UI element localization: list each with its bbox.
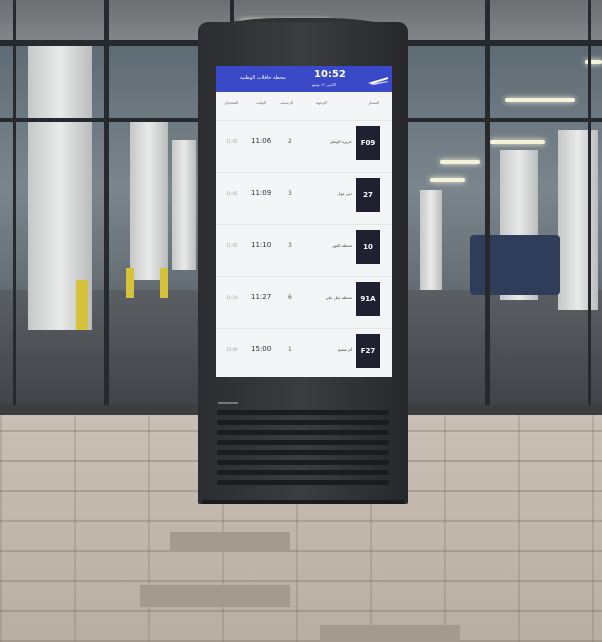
departure-row: 91A محطة جبل علي 6 11:27 11:19 xyxy=(216,276,392,321)
floor-tile xyxy=(170,532,290,552)
scheduled-time: 11:19 xyxy=(226,295,238,300)
departure-row: F27 أم سقيم 1 15:00 15:00 xyxy=(216,328,392,373)
floor-tile xyxy=(140,585,290,607)
kiosk-vent xyxy=(217,410,389,415)
column-destination: الوجهة xyxy=(316,100,327,105)
destination: محطة جبل علي xyxy=(325,295,352,300)
floor-tile xyxy=(320,625,460,642)
scheduled-time: 15:00 xyxy=(226,347,238,352)
column-platform: الرصيف xyxy=(280,100,294,105)
bollard xyxy=(160,268,168,298)
window-frame xyxy=(13,0,16,410)
date: الاثنين ١٢ يونيو xyxy=(312,82,337,87)
ceiling-light xyxy=(490,140,545,144)
departure-time: 11:09 xyxy=(251,189,272,197)
rta-logo-icon xyxy=(368,77,388,85)
station-name: محطة حافلات الوطنية xyxy=(240,75,286,81)
route-badge: 10 xyxy=(356,230,380,264)
route-badge: 91A xyxy=(356,282,380,316)
concrete-column xyxy=(420,190,442,290)
kiosk-vent xyxy=(217,430,389,435)
departure-time: 11:10 xyxy=(251,241,272,249)
window-frame xyxy=(104,0,109,410)
departure-time: 15:00 xyxy=(251,345,272,353)
concrete-column xyxy=(130,120,168,280)
kiosk-vent xyxy=(217,420,389,425)
screen-header: 10:52 الاثنين ١٢ يونيو محطة حافلات الوطن… xyxy=(216,66,392,92)
kiosk-vent xyxy=(217,440,389,445)
kiosk-vent xyxy=(217,480,389,485)
departure-time: 11:06 xyxy=(251,137,272,145)
bollard xyxy=(76,280,88,330)
destination: أم سقيم xyxy=(337,347,352,352)
platform: 3 xyxy=(288,242,292,249)
kiosk-base xyxy=(202,500,404,504)
ceiling-light xyxy=(440,160,480,164)
platform: 6 xyxy=(288,294,292,301)
column-scheduled: المجدول xyxy=(224,100,239,105)
route-badge: F09 xyxy=(356,126,380,160)
scheduled-time: 11:05 xyxy=(226,191,238,196)
departure-row: 10 محطة القوز 3 11:10 11:05 xyxy=(216,224,392,269)
departure-row: F09 جزيرة الوصل 2 11:06 11:05 xyxy=(216,120,392,165)
parked-bus xyxy=(470,235,560,295)
route-badge: F27 xyxy=(356,334,380,368)
column-route: المسار xyxy=(368,100,380,105)
window-frame xyxy=(485,0,490,410)
kiosk-brand-mark xyxy=(218,402,238,404)
ceiling-light xyxy=(430,178,465,182)
departure-row: 27 دبي مول 3 11:09 11:05 xyxy=(216,172,392,217)
scheduled-time: 11:05 xyxy=(226,139,238,144)
ceiling-light xyxy=(505,98,575,102)
destination: جزيرة الوصل xyxy=(329,139,352,144)
clock: 10:52 xyxy=(314,69,346,80)
departure-time: 11:27 xyxy=(251,293,272,301)
column-time: الوقت xyxy=(256,100,267,105)
window-frame xyxy=(588,0,591,410)
destination: دبي مول xyxy=(337,191,352,196)
concrete-column xyxy=(172,140,196,270)
scheduled-time: 11:05 xyxy=(226,243,238,248)
platform: 1 xyxy=(288,346,292,353)
destination: محطة القوز xyxy=(332,243,352,248)
kiosk-vent xyxy=(217,460,389,465)
bollard xyxy=(126,268,134,298)
kiosk-vent xyxy=(217,450,389,455)
platform: 3 xyxy=(288,190,292,197)
concrete-column xyxy=(558,130,598,310)
departure-screen: 10:52 الاثنين ١٢ يونيو محطة حافلات الوطن… xyxy=(216,66,392,377)
platform: 2 xyxy=(288,138,292,145)
route-badge: 27 xyxy=(356,178,380,212)
kiosk-vent xyxy=(217,470,389,475)
